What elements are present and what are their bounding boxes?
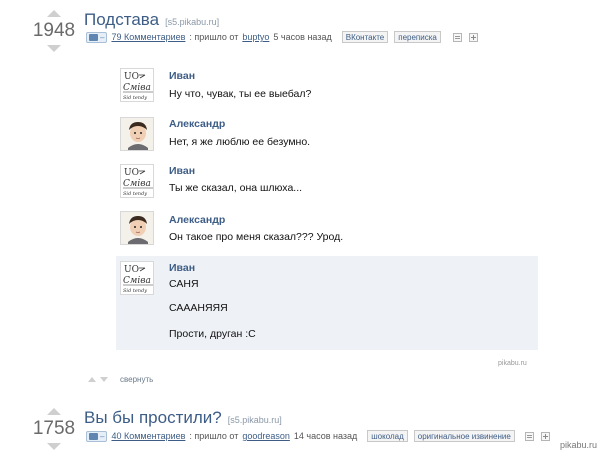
chat-watermark: pikabu.ru: [498, 360, 527, 367]
sender-name[interactable]: Александр: [169, 214, 225, 226]
image-badge[interactable]: –: [86, 31, 108, 43]
ivan-avatar: UO Сміва Sid tendy: [120, 261, 154, 295]
chat-message: UO Сміва Sid tendy Иван Ты же сказал, он…: [116, 160, 538, 206]
svg-text:Sid tendy: Sid tendy: [123, 95, 147, 101]
comment-downvote-icon[interactable]: [100, 377, 108, 382]
post-score: 1758: [32, 418, 76, 439]
svg-text:Сміва: Сміва: [123, 179, 151, 189]
message-text: Ну что, чувак, ты ее выебал?: [169, 88, 312, 100]
post-domain[interactable]: [s5.pikabu.ru]: [228, 415, 282, 425]
upvote-arrow-icon[interactable]: [47, 408, 61, 415]
ivan-avatar: UO Сміва Sid tendy: [120, 164, 154, 198]
save-icon[interactable]: [524, 431, 534, 441]
meta-text: : пришло от: [189, 32, 239, 42]
badge-dash: –: [100, 32, 105, 42]
downvote-arrow-icon[interactable]: [47, 443, 61, 450]
expand-icon[interactable]: [540, 431, 550, 441]
svg-text:UO: UO: [124, 72, 139, 82]
comments-link[interactable]: 79 Комментариев: [111, 32, 185, 42]
chat-message: Александр Он такое про меня сказал??? Ур…: [116, 207, 538, 253]
collapse-row: свернуть: [88, 375, 153, 384]
badge-dash: –: [100, 431, 105, 441]
vote-block: 1948: [30, 10, 78, 52]
tag-vkontakte[interactable]: ВКонтакте: [341, 31, 389, 43]
downvote-arrow-icon[interactable]: [47, 45, 61, 52]
chat-message: UO Сміва Sid tendy Иван Ну что, чувак, т…: [116, 62, 538, 108]
message-text: САААНЯЯЯ: [169, 302, 228, 314]
chat-message: Александр Нет, я же люблю ее безумно.: [116, 112, 538, 158]
message-text: Он такое про меня сказал??? Урод.: [169, 231, 344, 243]
collapse-link[interactable]: свернуть: [120, 375, 153, 384]
post-title[interactable]: Вы бы простили?: [84, 408, 222, 428]
vote-block: 1758: [30, 408, 78, 450]
meta-text: : пришло от: [189, 431, 239, 441]
post-title-row: Подстава [s5.pikabu.ru]: [84, 10, 219, 30]
message-text: Прости, друган :С: [169, 328, 256, 340]
sender-name[interactable]: Александр: [169, 118, 225, 130]
svg-text:UO: UO: [124, 265, 139, 275]
site-watermark: pikabu.ru: [560, 440, 598, 450]
message-text: Нет, я же люблю ее безумно.: [169, 136, 311, 148]
sender-name[interactable]: Иван: [169, 70, 195, 82]
alexander-avatar: [120, 117, 154, 151]
upvote-arrow-icon[interactable]: [47, 10, 61, 17]
author-link[interactable]: buptyo: [242, 32, 269, 42]
post-score: 1948: [32, 20, 76, 41]
message-text: Ты же сказал, она шлюха...: [169, 182, 303, 194]
post-title[interactable]: Подстава: [84, 10, 159, 30]
post-time: 14 часов назад: [293, 431, 358, 441]
tag-original-apology[interactable]: оригинальное извинение: [413, 430, 515, 442]
tag-shokolad[interactable]: шоколад: [367, 430, 408, 442]
svg-text:UO: UO: [124, 168, 139, 178]
sender-name[interactable]: Иван: [169, 165, 195, 177]
alexander-avatar: [120, 211, 154, 245]
post-time: 5 часов назад: [273, 32, 332, 42]
svg-text:Сміва: Сміва: [123, 83, 151, 93]
ivan-avatar: UO Сміва Sid tendy: [120, 68, 154, 102]
image-badge[interactable]: –: [86, 430, 108, 442]
chat-message-highlighted: UO Сміва Sid tendy Иван САНЯ САААНЯЯЯ Пр…: [116, 256, 538, 350]
svg-text:Сміва: Сміва: [123, 276, 151, 286]
message-text: САНЯ: [169, 278, 199, 290]
post-meta: – 79 Комментариев : пришло от buptyo 5 ч…: [86, 31, 478, 43]
post-meta: – 40 Комментариев : пришло от goodreason…: [86, 430, 550, 442]
camera-icon: [89, 33, 98, 41]
post-domain[interactable]: [s5.pikabu.ru]: [165, 17, 219, 27]
svg-text:Sid tendy: Sid tendy: [123, 288, 147, 294]
svg-text:Sid tendy: Sid tendy: [123, 191, 147, 197]
sender-name[interactable]: Иван: [169, 262, 195, 274]
post-title-row: Вы бы простили? [s5.pikabu.ru]: [84, 408, 282, 428]
tag-perepiska[interactable]: переписка: [394, 31, 441, 43]
save-icon[interactable]: [452, 32, 462, 42]
author-link[interactable]: goodreason: [242, 431, 290, 441]
comments-link[interactable]: 40 Комментариев: [111, 431, 185, 441]
comment-upvote-icon[interactable]: [88, 377, 96, 382]
expand-icon[interactable]: [468, 32, 478, 42]
camera-icon: [89, 432, 98, 440]
